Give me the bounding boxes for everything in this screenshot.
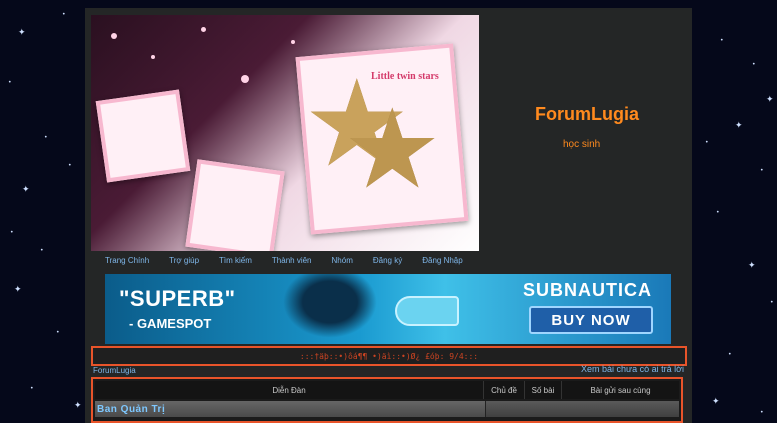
background-star-icon: ✦ [735,121,743,131]
background-star-icon: • [720,37,724,44]
diver-image [275,274,385,344]
header-banner-image[interactable]: ★ ★ Little twin stars [91,15,479,251]
nav-help[interactable]: Trợ giúp [169,256,199,265]
forum-page: ★ ★ Little twin stars ForumLugia học sin… [85,8,692,423]
nav-search[interactable]: Tìm kiếm [219,256,252,265]
nav-login[interactable]: Đăng Nhập [422,256,462,265]
background-star-icon: • [40,247,44,254]
site-description: học sinh [563,139,601,150]
star-character-icon: ★ [343,85,442,213]
ad-quote: "SUPERB" [119,286,236,311]
nav-register[interactable]: Đăng ký [373,256,402,265]
background-star-icon: ✦ [766,95,774,105]
background-star-icon: • [44,134,48,141]
ad-brand: SUBNAUTICA [523,280,652,300]
background-star-icon: ✦ [748,261,756,271]
breadcrumb-home-link[interactable]: ForumLugia [93,366,136,375]
banner-caption: Little twin stars [371,71,439,82]
site-title[interactable]: ForumLugia [535,104,639,125]
nav-groups[interactable]: Nhóm [332,256,353,265]
background-star-icon: ✦ [712,397,720,407]
background-star-icon: • [30,385,34,392]
ad-source: - GAMESPOT [129,316,212,331]
background-star-icon: • [770,299,774,306]
background-star-icon: ✦ [22,185,30,195]
main-navigation: Trang Chính Trợ giúp Tìm kiếm Thành viên… [105,256,483,265]
forum-list-table: Diễn Đàn Chủ đề Số bài Bài gửi sau cùng … [91,377,683,423]
background-star-icon: • [752,61,756,68]
category-row-filler [485,401,679,417]
background-star-icon: • [10,229,14,236]
header-forum: Diễn Đàn [95,381,484,399]
background-star-icon: • [760,167,764,174]
table-header: Diễn Đàn Chủ đề Số bài Bài gửi sau cùng [95,381,679,399]
header-last-post: Bài gửi sau cùng [590,385,651,395]
background-star-icon: • [56,329,60,336]
category-row: Ban Quản Trị [95,401,679,417]
unanswered-posts-link[interactable]: Xem bài chưa có ai trả lời [581,364,684,374]
nav-members[interactable]: Thành viên [272,256,312,265]
background-star-icon: • [62,11,66,18]
buy-now-button[interactable]: BUY NOW [529,306,653,334]
background-star-icon: ✦ [74,401,82,411]
background-star-icon: ✦ [18,28,26,38]
background-star-icon: • [8,79,12,86]
background-star-icon: • [705,139,709,146]
background-star-icon: • [760,409,764,416]
sea-creature-image [395,296,459,326]
scrolling-marquee: :::†äþ::•)ôá¶¶ •)äì::•)Ø¿ £óþ: 9/4::: [91,346,687,366]
header-topics: Chủ đề [484,381,525,399]
background-star-icon: ✦ [14,285,22,295]
background-star-icon: • [716,209,720,216]
nav-home[interactable]: Trang Chính [105,256,149,265]
background-star-icon: • [728,351,732,358]
background-star-icon: • [68,162,72,169]
advertisement-banner[interactable]: "SUPERB" - GAMESPOT SUBNAUTICA BUY NOW [105,274,671,344]
category-link[interactable]: Ban Quản Trị [95,401,485,417]
header-posts: Số bài [525,381,562,399]
